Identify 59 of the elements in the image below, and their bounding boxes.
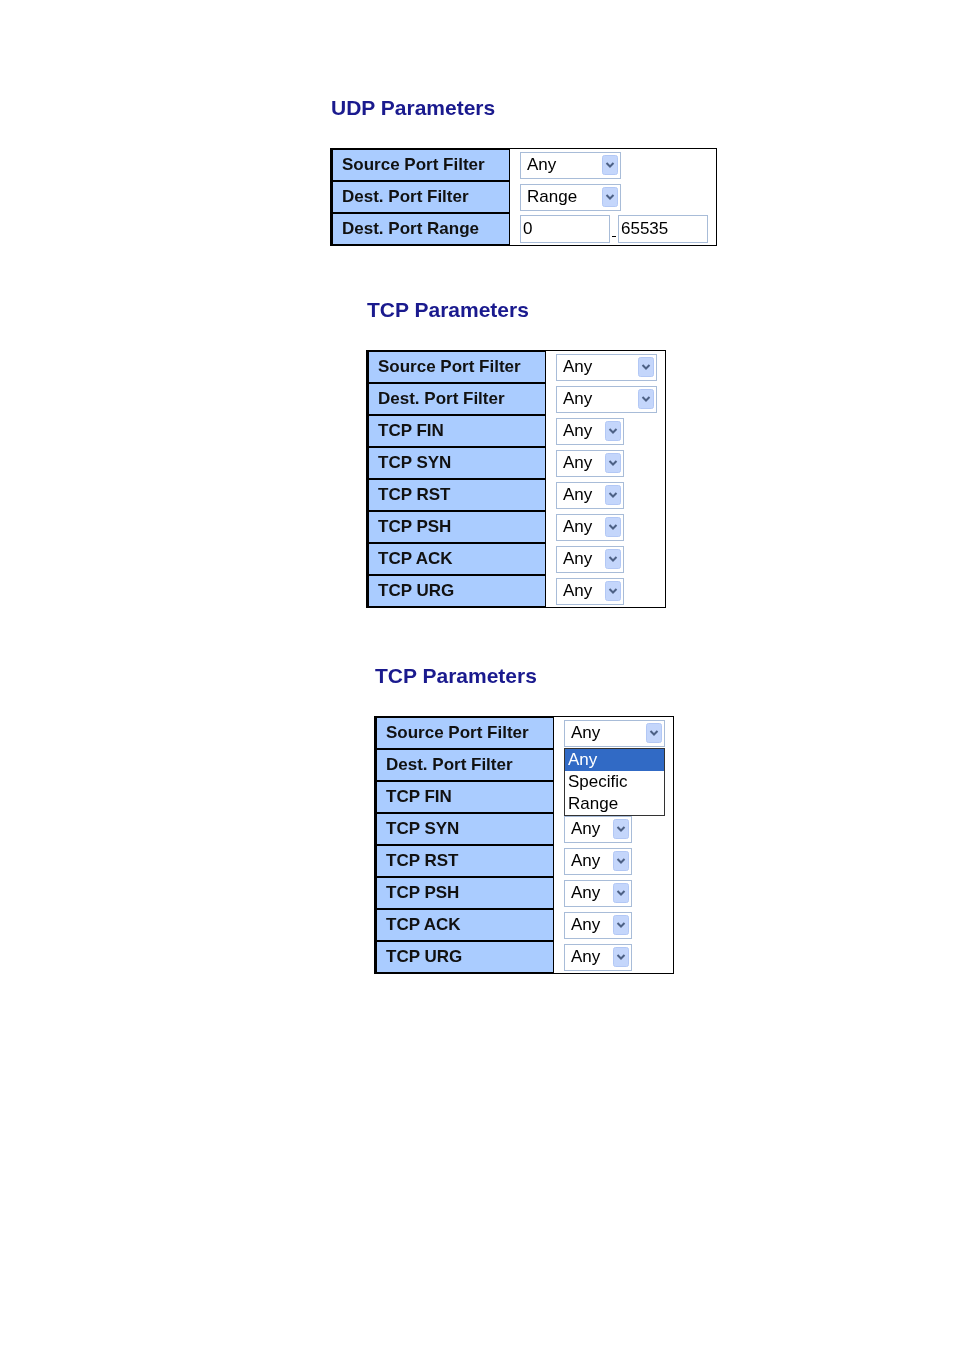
dropdown[interactable]: Any	[556, 513, 624, 541]
row-label: TCP SYN	[375, 813, 554, 845]
caret-icon	[613, 915, 629, 935]
row-label: TCP PSH	[375, 877, 554, 909]
dropdown[interactable]: Any	[556, 353, 657, 381]
section-title: TCP Parameters	[366, 297, 529, 323]
dropdown-option[interactable]: Any	[565, 749, 664, 771]
dropdown[interactable]: Any	[556, 417, 624, 445]
dropdown[interactable]: Any	[564, 879, 632, 907]
row-label: TCP SYN	[367, 447, 546, 479]
row-label: TCP RST	[367, 479, 546, 511]
caret-icon	[605, 453, 621, 473]
dropdown-option[interactable]: Specific	[565, 771, 664, 793]
caret-icon	[638, 389, 654, 409]
dropdown[interactable]: Any	[556, 577, 624, 605]
row-label: Source Port Filter	[375, 717, 554, 749]
caret-icon	[638, 357, 654, 377]
section-title: UDP Parameters	[330, 95, 496, 121]
row-label: Dest. Port Filter	[367, 383, 546, 415]
dropdown-option[interactable]: Range	[565, 793, 664, 815]
dropdown[interactable]: Any	[556, 481, 624, 509]
row-label: Dest. Port Range	[331, 213, 510, 245]
input-field[interactable]: 0	[520, 215, 610, 243]
dropdown[interactable]: Any	[556, 545, 624, 573]
row-label: Dest. Port Filter	[331, 181, 510, 213]
caret-icon	[646, 723, 662, 743]
caret-icon	[602, 155, 618, 175]
row-label: TCP FIN	[367, 415, 546, 447]
input-field[interactable]: 65535	[618, 215, 708, 243]
dropdown[interactable]: Any	[564, 719, 665, 747]
section-title: TCP Parameters	[374, 663, 537, 689]
dropdown[interactable]: Any	[520, 151, 621, 179]
row-label: TCP URG	[367, 575, 546, 607]
row-label: Source Port Filter	[331, 149, 510, 181]
dropdown[interactable]: Any	[564, 911, 632, 939]
caret-icon	[613, 883, 629, 903]
row-label: Dest. Port Filter	[375, 749, 554, 781]
caret-icon	[605, 421, 621, 441]
caret-icon	[605, 581, 621, 601]
caret-icon	[613, 819, 629, 839]
row-label: TCP URG	[375, 941, 554, 973]
caret-icon	[605, 485, 621, 505]
row-label: TCP ACK	[367, 543, 546, 575]
caret-icon	[605, 517, 621, 537]
caret-icon	[613, 851, 629, 871]
row-label: TCP PSH	[367, 511, 546, 543]
caret-icon	[605, 549, 621, 569]
dropdown[interactable]: Any	[564, 815, 632, 843]
dropdown[interactable]: Any	[556, 385, 657, 413]
caret-icon	[602, 187, 618, 207]
row-label: TCP RST	[375, 845, 554, 877]
dropdown[interactable]: Range	[520, 183, 621, 211]
row-label: Source Port Filter	[367, 351, 546, 383]
row-label: TCP FIN	[375, 781, 554, 813]
caret-icon	[613, 947, 629, 967]
dropdown[interactable]: Any	[556, 449, 624, 477]
dropdown[interactable]: Any	[564, 847, 632, 875]
dropdown[interactable]: Any	[564, 943, 632, 971]
row-label: TCP ACK	[375, 909, 554, 941]
